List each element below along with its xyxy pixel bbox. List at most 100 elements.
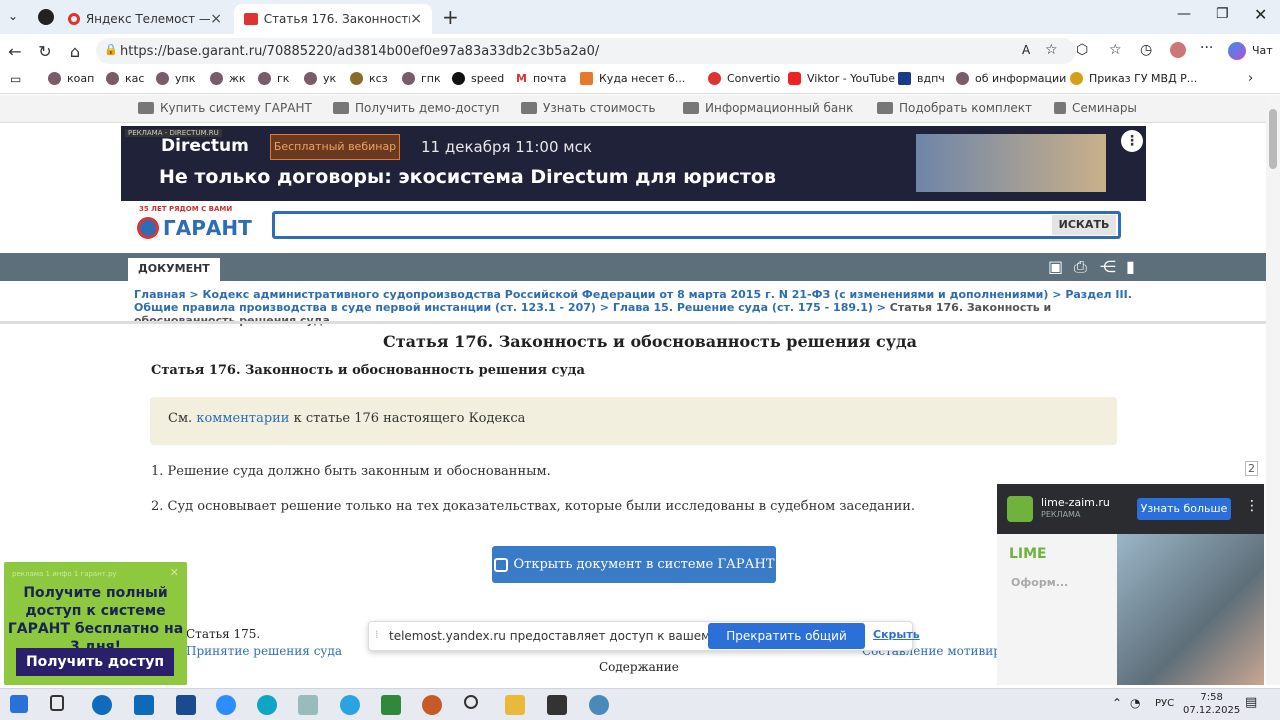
more-options-icon[interactable]: ⋮	[1245, 498, 1259, 514]
site-info-icon[interactable]: 🔒	[104, 43, 118, 56]
page-scrollbar[interactable]	[1266, 95, 1280, 685]
directum-banner-ad[interactable]: РЕКЛАМА - DIRECTUM.RU Directum Бесплатны…	[121, 126, 1146, 201]
bookmark-item[interactable]: гпк	[402, 72, 441, 85]
start-icon[interactable]	[10, 695, 28, 713]
open-icon	[493, 557, 508, 572]
cortana-icon[interactable]	[464, 695, 478, 709]
menu-item-price[interactable]: Узнать стоимость	[521, 101, 656, 115]
telegram-icon[interactable]	[340, 695, 360, 715]
garant-logo[interactable]: 35 ЛЕТ РЯДОМ С ВАМИ ГАРАНТ	[137, 205, 252, 249]
app-icon[interactable]	[422, 695, 442, 715]
learn-more-button[interactable]: Узнать больше	[1137, 498, 1231, 520]
save-icon[interactable]: ▣	[1048, 257, 1063, 276]
stop-sharing-button[interactable]: Прекратить общий доступ	[708, 623, 865, 669]
prev-article-link[interactable]: Принятие решения суда	[186, 644, 342, 658]
search-box[interactable]: ИСКАТЬ	[272, 211, 1121, 239]
history-icon[interactable]: ◷	[1140, 42, 1152, 58]
home-button[interactable]: ⌂	[60, 42, 90, 61]
image-viewer-icon[interactable]	[298, 695, 318, 715]
tab-article[interactable]: Статья 176. Законность и обосно ×	[234, 4, 432, 34]
clock[interactable]: 7:58 07.12.2025	[1183, 691, 1240, 717]
window-close-button[interactable]: ✕	[1254, 5, 1267, 24]
tab-telemost[interactable]: Яндекс Телемост — бесплат ×	[58, 4, 232, 34]
bookmark-item[interactable]: жк	[210, 72, 246, 85]
lime-ad-box[interactable]: lime-zaim.ru РЕКЛАМА Узнать больше ⋮ LIM…	[997, 484, 1264, 685]
window-app-icon[interactable]	[176, 695, 196, 715]
bookmark-item[interactable]: Convertio	[708, 72, 780, 85]
back-button[interactable]: ←	[0, 42, 30, 61]
close-icon[interactable]: ✕	[170, 566, 179, 579]
read-aloud-icon[interactable]: A	[1022, 43, 1030, 57]
favorites-icon[interactable]: ☆	[1109, 42, 1122, 58]
tab-document[interactable]: ДОКУМЕНТ	[128, 258, 220, 281]
close-icon[interactable]: ×	[410, 11, 422, 27]
bookmark-item[interactable]: об информации	[956, 72, 1066, 85]
menu-item-demo[interactable]: Получить демо-доступ	[333, 101, 499, 115]
tray-arrow-icon[interactable]: ⌃	[1112, 696, 1122, 710]
telemost-app-icon[interactable]	[38, 9, 54, 25]
wifi-icon[interactable]: ◔	[1130, 696, 1140, 710]
app-icon[interactable]	[547, 695, 567, 715]
breadcrumb-chapter[interactable]: Глава 15. Решение суда (ст. 175 - 189.1)	[613, 301, 873, 314]
search-button[interactable]: ИСКАТЬ	[1052, 215, 1116, 235]
app-icon[interactable]	[589, 695, 609, 715]
bookmark-item[interactable]: ук	[304, 72, 336, 85]
comment-link[interactable]: комментарии	[196, 411, 289, 426]
outlook-icon[interactable]	[92, 695, 112, 715]
chat-label[interactable]: Чат	[1252, 44, 1273, 57]
new-tab-button[interactable]: +	[442, 5, 459, 29]
bookmark-item[interactable]: кас	[106, 72, 144, 85]
favorite-star-icon[interactable]: ☆	[1045, 42, 1058, 58]
bookmark-item[interactable]: гк	[258, 72, 289, 85]
breadcrumb-code[interactable]: Кодекс административного судопроизводств…	[202, 288, 1048, 301]
contents-heading[interactable]: Содержание	[599, 660, 679, 674]
maximize-button[interactable]: ❐	[1216, 6, 1229, 22]
lime-logo-icon	[1007, 496, 1033, 522]
bookmark-icon[interactable]: ▮	[1126, 257, 1135, 276]
breadcrumb-home[interactable]: Главная	[134, 288, 186, 301]
task-view-icon[interactable]	[50, 695, 64, 711]
bookmark-item[interactable]: Куда несет 6...	[580, 72, 685, 85]
bookmark-item[interactable]: вдпч	[898, 72, 945, 85]
reload-button[interactable]: ↻	[30, 42, 60, 61]
more-options-icon[interactable]: ⋮	[1121, 130, 1143, 152]
reading-list-icon[interactable]: ▭	[10, 72, 21, 86]
share-icon[interactable]: ⋲	[1100, 257, 1116, 276]
minimize-button[interactable]: —	[1177, 6, 1191, 22]
scrollbar-thumb[interactable]	[1269, 109, 1277, 169]
chevron-right-icon[interactable]: ›	[1248, 71, 1253, 86]
bookmark-item[interactable]: коап	[48, 72, 94, 85]
extensions-icon[interactable]: ⬡	[1076, 42, 1088, 58]
folder-icon[interactable]	[505, 695, 525, 715]
close-icon[interactable]: ×	[210, 11, 222, 27]
menu-item-seminars[interactable]: Семинары	[1054, 101, 1137, 115]
more-menu-icon[interactable]: ···	[1200, 40, 1213, 56]
app-icon[interactable]	[381, 695, 401, 715]
hide-link[interactable]: Скрыть	[873, 628, 920, 641]
bookmark-item[interactable]: Viktor - YouTube	[788, 72, 895, 85]
window-app-icon[interactable]	[134, 695, 154, 715]
notifications-icon[interactable]: ▤	[1245, 695, 1257, 710]
bookmark-item[interactable]: speed	[452, 72, 504, 85]
tab-actions-icon[interactable]: ⌄	[8, 9, 18, 23]
copilot-icon[interactable]	[1228, 42, 1246, 60]
document-toolbar: ДОКУМЕНТ ▣ ⎙ ⋲ ▮	[0, 253, 1266, 281]
language-indicator[interactable]: РУС	[1155, 698, 1174, 709]
bookmark-item[interactable]: упк	[156, 72, 195, 85]
print-icon[interactable]: ⎙	[1074, 257, 1087, 277]
menu-item-info-bank[interactable]: Информационный банк	[683, 101, 853, 115]
bookmarks-bar: ▭ коап кас упк жк гк ук ксз гпк speed Mп…	[0, 68, 1280, 94]
menu-item-kit[interactable]: Подобрать комплект	[877, 101, 1032, 115]
get-access-button[interactable]: Получить доступ	[16, 648, 174, 676]
bookmark-item[interactable]: ксз	[350, 72, 388, 85]
bookmark-item[interactable]: Mпочта	[516, 72, 567, 85]
drag-handle-icon[interactable]: ⁞	[375, 628, 379, 641]
bookmark-icon	[580, 72, 593, 85]
menu-item-buy[interactable]: Купить систему ГАРАНТ	[138, 101, 312, 115]
bookmark-item[interactable]: Приказ ГУ МВД Р...	[1070, 72, 1197, 85]
url-field[interactable]: 🔒 https://base.garant.ru/70885220/ad3814…	[96, 38, 1076, 64]
edge-icon[interactable]	[257, 695, 277, 715]
zoom-icon[interactable]	[216, 695, 236, 715]
profile-avatar[interactable]	[1170, 42, 1186, 58]
open-in-garant-button[interactable]: Открыть документ в системе ГАРАНТ	[492, 546, 776, 583]
